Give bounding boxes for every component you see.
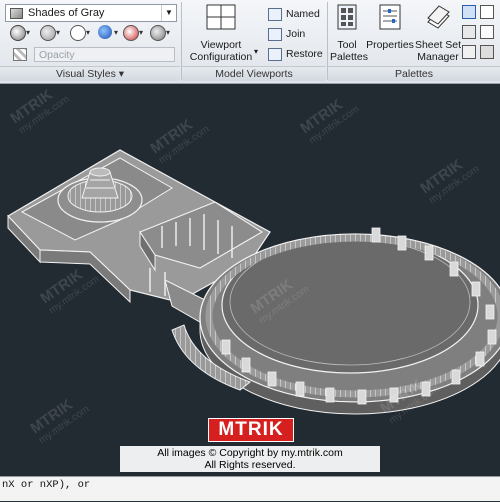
chevron-down-icon[interactable]: ▼	[161, 5, 176, 21]
join-icon	[268, 27, 282, 41]
command-line[interactable]: nX or nXP), or	[0, 476, 500, 501]
ribbon: Shades of Gray ▼ ▾ ▾ ▾ ▾ ▾ ▾ Opacity Vis…	[0, 0, 500, 84]
tool-palettes-icon	[337, 4, 357, 30]
restore-viewports-button[interactable]: Restore	[268, 46, 323, 62]
copyright-notice: All images © Copyright by my.mtrik.com A…	[120, 446, 380, 472]
sheet-set-icon	[427, 5, 450, 29]
chevron-down-icon[interactable]: ▾	[56, 28, 60, 37]
mtrik-logo: MTRIK	[208, 418, 294, 442]
external-references-icon[interactable]	[462, 45, 476, 59]
command-line-toggle-icon[interactable]	[480, 45, 494, 59]
visual-style-value: Shades of Gray	[28, 7, 105, 19]
properties-button[interactable]: Properties	[366, 4, 414, 51]
panel-expand-icon[interactable]: ▾	[119, 68, 124, 80]
opacity-label: Opacity	[39, 49, 75, 61]
chevron-down-icon[interactable]: ▾	[166, 28, 170, 37]
chevron-down-icon[interactable]: ▾	[86, 28, 90, 37]
chevron-down-icon[interactable]: ▾	[254, 47, 258, 56]
properties-icon	[379, 4, 401, 30]
sheet-set-manager-button[interactable]: Sheet Set Manager	[414, 4, 462, 63]
named-viewports-button[interactable]: Named	[268, 6, 320, 22]
chevron-down-icon[interactable]: ▾	[26, 28, 30, 37]
material-icon[interactable]	[123, 25, 139, 41]
face-color-icon[interactable]	[98, 25, 112, 39]
chevron-down-icon[interactable]: ▾	[139, 28, 143, 37]
chevron-down-icon[interactable]: ▾	[114, 28, 118, 37]
opacity-icon	[13, 48, 27, 61]
dbconnect-icon[interactable]	[480, 25, 494, 39]
edge-effects-icon[interactable]	[70, 25, 86, 41]
xray-toggle-icon[interactable]	[10, 25, 26, 41]
sphere-icon[interactable]	[150, 25, 166, 41]
quickcalc-icon[interactable]	[462, 25, 476, 39]
opacity-slider[interactable]: Opacity	[34, 47, 175, 62]
join-viewports-button[interactable]: Join	[268, 26, 305, 42]
restore-icon	[268, 47, 282, 61]
viewport-configuration-button[interactable]: Viewport Configuration	[186, 4, 256, 63]
markup-set-icon[interactable]	[462, 5, 476, 19]
visual-style-dropdown[interactable]: Shades of Gray ▼	[5, 4, 177, 22]
viewport-configuration-icon	[206, 4, 236, 30]
shadow-icon[interactable]	[40, 25, 56, 41]
command-history-line	[2, 490, 128, 502]
named-viewports-icon	[268, 7, 282, 21]
visual-style-icon	[10, 8, 23, 19]
visual-styles-panel-title[interactable]: Visual Styles ▾	[0, 66, 180, 81]
tool-palettes-button[interactable]: Tool Palettes	[330, 4, 368, 63]
palettes-panel-title: Palettes	[328, 66, 500, 81]
design-center-icon[interactable]	[480, 5, 494, 19]
model-viewports-panel-title: Model Viewports	[182, 66, 326, 81]
